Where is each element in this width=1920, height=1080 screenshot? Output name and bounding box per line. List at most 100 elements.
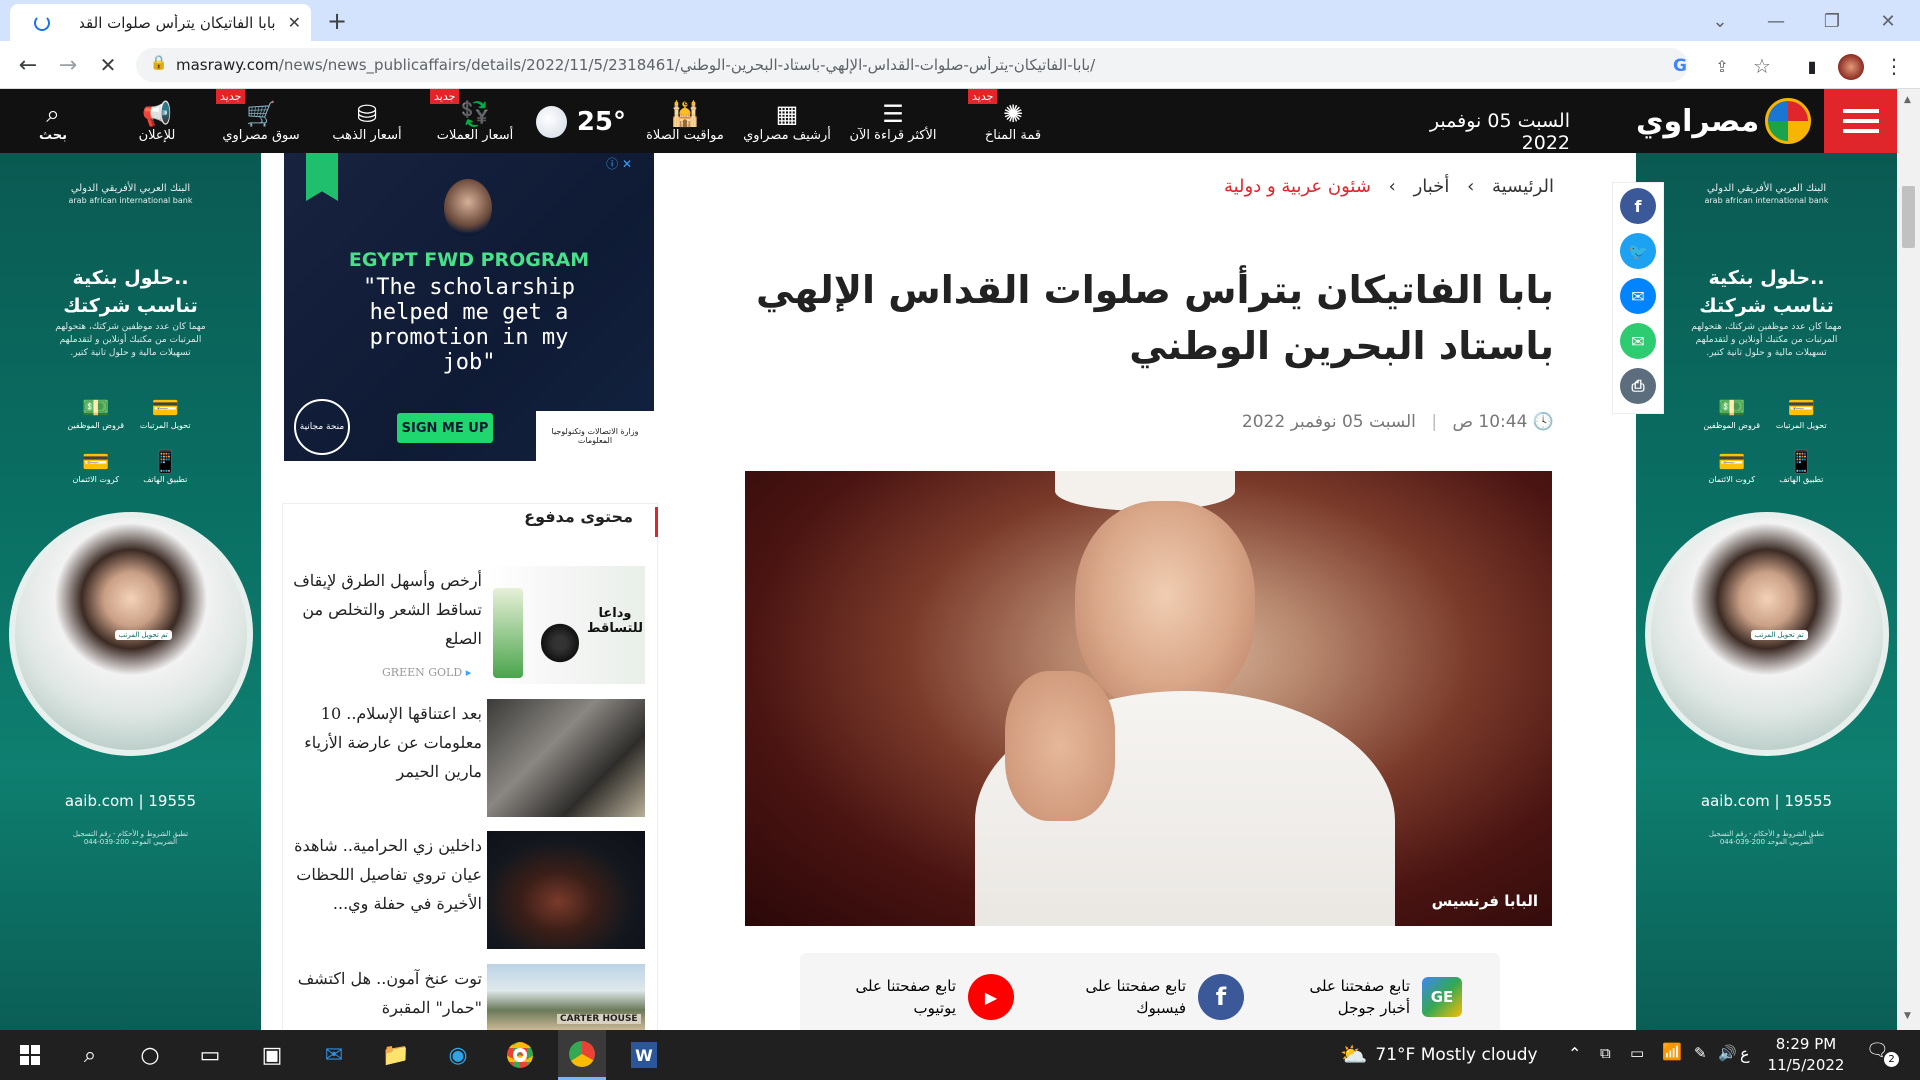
nav-label: سوق مصراوي — [222, 127, 300, 143]
stop-loading-icon[interactable]: ✕ — [92, 49, 124, 81]
nav-prayer-times[interactable]: 🕌 مواقيت الصلاة — [640, 89, 730, 153]
scroll-up-arrow[interactable]: ▲ — [1904, 95, 1911, 105]
browser-tab[interactable]: بابا الفاتيكان يترأس صلوات القداس ✕ — [10, 4, 311, 41]
weather-widget[interactable]: 25° — [536, 104, 626, 140]
bank-services: 💳 تحويل المرتبات 💵 قروض الموظفين 📱 تطبيق ال… — [0, 396, 261, 484]
bank-woman-photo: تم تحويل المرتب — [8, 512, 253, 756]
sun-burst-icon: ✺ — [1002, 99, 1024, 128]
windows-start-icon[interactable] — [6, 1030, 54, 1080]
follow-facebook[interactable]: f تابع صفحتنا على فيسبوك — [1076, 972, 1256, 1022]
bank-logo: البنك العربي الأفريقي الدولي arab africa… — [0, 183, 261, 207]
tray-icon[interactable]: ⧉ — [1600, 1044, 1611, 1062]
paid-item[interactable]: بعد اعتناقها الإسلام.. 10 معلومات عن عار… — [282, 699, 658, 819]
page-scrollbar[interactable]: ▲ ▼ — [1897, 89, 1920, 1030]
close-window-button[interactable]: ✕ — [1872, 5, 1904, 37]
address-bar[interactable]: 🔒 masrawy.com/news/news_publicaffairs/de… — [136, 48, 1688, 82]
edge-icon[interactable]: ◉ — [434, 1030, 482, 1080]
notification-center-icon[interactable]: 🗨 2 — [1866, 1040, 1900, 1070]
network-icon[interactable]: 📶 — [1662, 1042, 1682, 1061]
scroll-down-arrow[interactable]: ▼ — [1904, 1011, 1911, 1021]
chrome-profile-icon[interactable] — [558, 1030, 606, 1080]
nav-masrawy-market[interactable]: جديد 🛒 سوق مصراوي — [216, 89, 306, 153]
bank-services: 💳 تحويل المرتبات 💵 قروض الموظفين 📱 تطبيق ال… — [1636, 396, 1897, 484]
email-share-icon[interactable]: ✉ — [1620, 323, 1656, 359]
calendar-icon: ▦ — [775, 99, 799, 128]
side-panel-icon[interactable]: ▮ — [1796, 50, 1828, 82]
messenger-share-icon[interactable]: ✉ — [1620, 278, 1656, 314]
hamburger-menu-button[interactable] — [1824, 89, 1898, 153]
paid-item[interactable]: داخلين زي الحرامية.. شاهدة عيان تروي تفا… — [282, 831, 658, 951]
app-icon[interactable]: ▣ — [248, 1030, 296, 1080]
mail-icon[interactable]: ✉ — [310, 1030, 358, 1080]
pen-icon[interactable]: ✎ — [1694, 1044, 1707, 1062]
follow-google-text: تابع صفحتنا على أخبار جوجل — [1309, 977, 1411, 1017]
pope-face — [1075, 501, 1255, 711]
left-bank-ad[interactable]: البنك العربي الأفريقي الدولي arab africa… — [0, 153, 261, 1030]
tray-chevron-icon[interactable]: ⌃ — [1568, 1044, 1581, 1063]
nav-most-read[interactable]: ☰ الأكثر قراءة الآن — [848, 89, 938, 153]
chrome-icon[interactable] — [496, 1030, 544, 1080]
breadcrumb-section[interactable]: شئون عربية و دولية — [1224, 176, 1371, 197]
bottle-icon — [493, 588, 523, 678]
new-badge: جديد — [430, 89, 460, 104]
menu-kebab-icon[interactable]: ⋮ — [1878, 50, 1910, 82]
paid-item-source[interactable]: GREEN GOLD ▸ — [382, 666, 471, 679]
facebook-share-icon[interactable]: f — [1620, 188, 1656, 224]
clock[interactable]: 8:29 PM 11/5/2022 — [1766, 1034, 1846, 1076]
twitter-share-icon[interactable]: 🐦 — [1620, 233, 1656, 269]
google-icon[interactable]: G — [1664, 50, 1696, 82]
ad-program-title: EGYPT FWD PROGRAM — [348, 249, 590, 271]
youtube-circle-icon: ▶ — [968, 974, 1014, 1020]
forward-icon[interactable]: → — [52, 49, 84, 81]
battery-icon[interactable]: ▭ — [1630, 1044, 1644, 1062]
follow-youtube[interactable]: ▶ تابع صفحتنا على يوتيوب — [846, 972, 1026, 1022]
volume-icon[interactable]: 🔊 — [1718, 1044, 1737, 1062]
nav-climate-summit[interactable]: جديد ✺ قمة المناخ — [968, 89, 1058, 153]
site-logo[interactable]: مصراوي — [1636, 95, 1812, 147]
tab-title: بابا الفاتيكان يترأس صلوات القداس — [80, 13, 276, 32]
paid-item-image: وداعا للتساقط — [487, 566, 645, 684]
chevron-left-icon: › — [1388, 176, 1396, 197]
follow-google-news[interactable]: GE تابع صفحتنا على أخبار جوجل — [1300, 972, 1480, 1022]
task-view-icon[interactable]: ▭ — [186, 1030, 234, 1080]
search-icon[interactable]: ⌕ — [66, 1030, 114, 1080]
nav-label: أرشيف مصراوي — [743, 127, 831, 143]
back-icon[interactable]: ← — [12, 49, 44, 81]
profile-avatar[interactable] — [1838, 54, 1864, 80]
ad-info-icon[interactable]: ⓘ ✕ — [606, 155, 632, 172]
breadcrumb-home[interactable]: الرئيسية — [1492, 176, 1554, 197]
bookmark-star-icon[interactable]: ☆ — [1746, 50, 1778, 82]
new-tab-button[interactable]: + — [321, 5, 353, 37]
minimize-button[interactable]: — — [1760, 5, 1792, 37]
sidebar-ad-egypt-fwd[interactable]: ⓘ ✕ EGYPT FWD PROGRAM "The scholarship h… — [284, 153, 654, 461]
maximize-button[interactable]: ❐ — [1816, 5, 1848, 37]
person-photo — [444, 179, 492, 237]
nav-archive[interactable]: ▦ أرشيف مصراوي — [742, 89, 832, 153]
breadcrumb-news[interactable]: أخبار — [1414, 176, 1450, 197]
weather-widget-taskbar[interactable]: ⛅ 71°F Mostly cloudy — [1340, 1040, 1538, 1070]
sign-me-up-button[interactable]: SIGN ME UP — [397, 413, 493, 443]
paid-item[interactable]: وداعا للتساقط أرخص وأسهل الطرق لإيقاف تس… — [282, 566, 658, 686]
tab-search-icon[interactable]: ⌄ — [1704, 5, 1736, 37]
language-indicator[interactable]: ع — [1740, 1044, 1750, 1063]
cortana-icon[interactable]: ○ — [126, 1030, 174, 1080]
cart-icon: 🛒 — [246, 99, 276, 128]
nav-search[interactable]: ⌕ بحث — [16, 89, 90, 153]
nav-gold-prices[interactable]: ⛁ أسعار الذهب — [322, 89, 412, 153]
bank-logo: البنك العربي الأفريقي الدولي arab africa… — [1636, 183, 1897, 207]
close-tab-icon[interactable]: ✕ — [288, 13, 301, 32]
word-icon[interactable]: W — [620, 1030, 668, 1080]
new-badge: جديد — [216, 89, 246, 104]
nav-advertise[interactable]: 📢 للإعلان — [112, 89, 202, 153]
file-explorer-icon[interactable]: 📁 — [372, 1030, 420, 1080]
print-icon[interactable]: ⎙ — [1620, 368, 1656, 404]
share-icon[interactable]: ⇪ — [1706, 50, 1738, 82]
bank-headline-2: تناسب شركتك — [63, 295, 198, 317]
paid-item[interactable]: CARTER HOUSE توت عنخ آمون.. هل اكتشف "حم… — [282, 964, 658, 1030]
scrollbar-thumb[interactable] — [1902, 186, 1915, 248]
temperature: 25° — [576, 107, 626, 137]
nav-currency-prices[interactable]: جديد 💱 أسعار العملات — [430, 89, 520, 153]
paid-item-image: CARTER HOUSE — [487, 964, 645, 1030]
right-bank-ad[interactable]: البنك العربي الأفريقي الدولي arab africa… — [1636, 153, 1897, 1030]
bank-headline-2: تناسب شركتك — [1699, 295, 1834, 317]
